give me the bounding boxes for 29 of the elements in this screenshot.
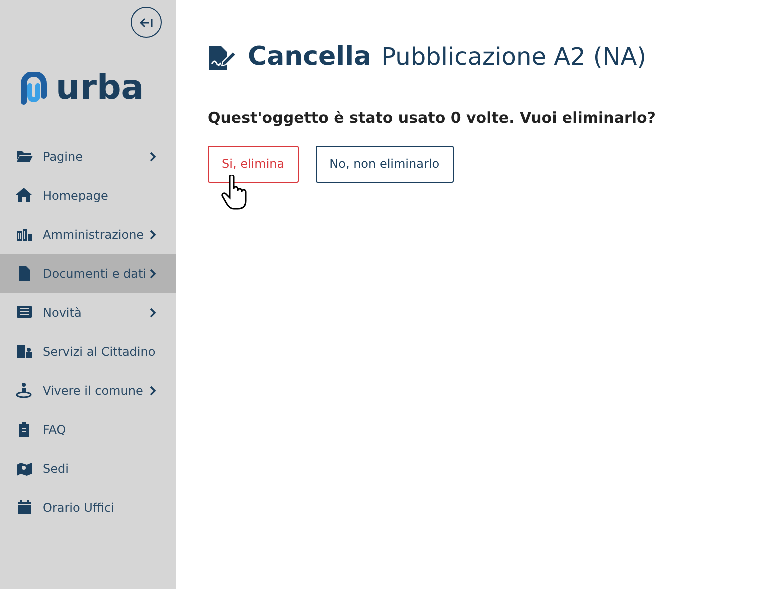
sidebar-item[interactable]: Amministrazione: [0, 215, 176, 254]
menu-item-icon: [16, 304, 33, 321]
sidebar-item[interactable]: Novità: [0, 293, 176, 332]
menu-item-icon: [16, 343, 33, 360]
delete-button[interactable]: Si, elimina: [208, 146, 299, 182]
menu-item-icon: [16, 226, 33, 243]
sidebar-item[interactable]: Orario Uffici: [0, 488, 176, 527]
signed-document-icon: [208, 44, 236, 70]
logo-icon: [20, 72, 48, 108]
page-action-title: Cancella: [248, 41, 372, 74]
menu-item-icon: [16, 460, 33, 477]
menu-item-icon: [16, 187, 33, 204]
sidebar-item[interactable]: Homepage: [0, 176, 176, 215]
menu-item-icon: [16, 499, 33, 516]
menu-item-icon: [16, 148, 33, 165]
cancel-button[interactable]: No, non eliminarlo: [316, 146, 454, 182]
sidebar-item[interactable]: Vivere il comune: [0, 371, 176, 410]
menu-item-icon: [16, 382, 33, 399]
sidebar-item[interactable]: Sedi: [0, 449, 176, 488]
confirmation-question: Quest'oggetto è stato usato 0 volte. Vuoi eliminarlo?: [208, 108, 658, 129]
menu-item-icon: [16, 265, 33, 282]
sidebar-item[interactable]: Pagine: [0, 137, 176, 176]
collapse-sidebar-button[interactable]: [131, 7, 162, 38]
sidebar-item[interactable]: FAQ: [0, 410, 176, 449]
collapse-icon: [140, 18, 154, 28]
sidebar-item[interactable]: Documenti e dati: [0, 254, 176, 293]
logo-text: urba: [56, 71, 144, 105]
page-title: Pubblicazione A2 (NA): [382, 42, 646, 73]
sidebar-item[interactable]: Servizi al Cittadino: [0, 332, 176, 371]
